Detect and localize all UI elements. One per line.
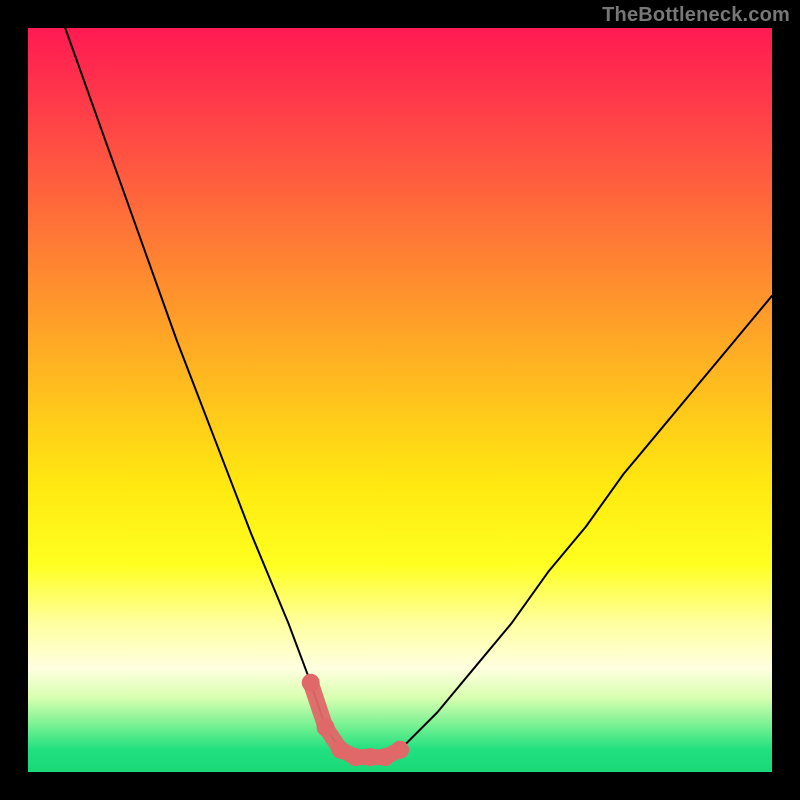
- highlight-dot: [317, 718, 335, 736]
- curve-main: [65, 28, 772, 757]
- highlight-dot: [302, 674, 320, 692]
- watermark-text: TheBottleneck.com: [602, 4, 790, 27]
- chart-svg: [28, 28, 772, 772]
- highlight-dot: [391, 741, 409, 759]
- chart-stage: TheBottleneck.com: [0, 0, 800, 800]
- plot-area: [28, 28, 772, 772]
